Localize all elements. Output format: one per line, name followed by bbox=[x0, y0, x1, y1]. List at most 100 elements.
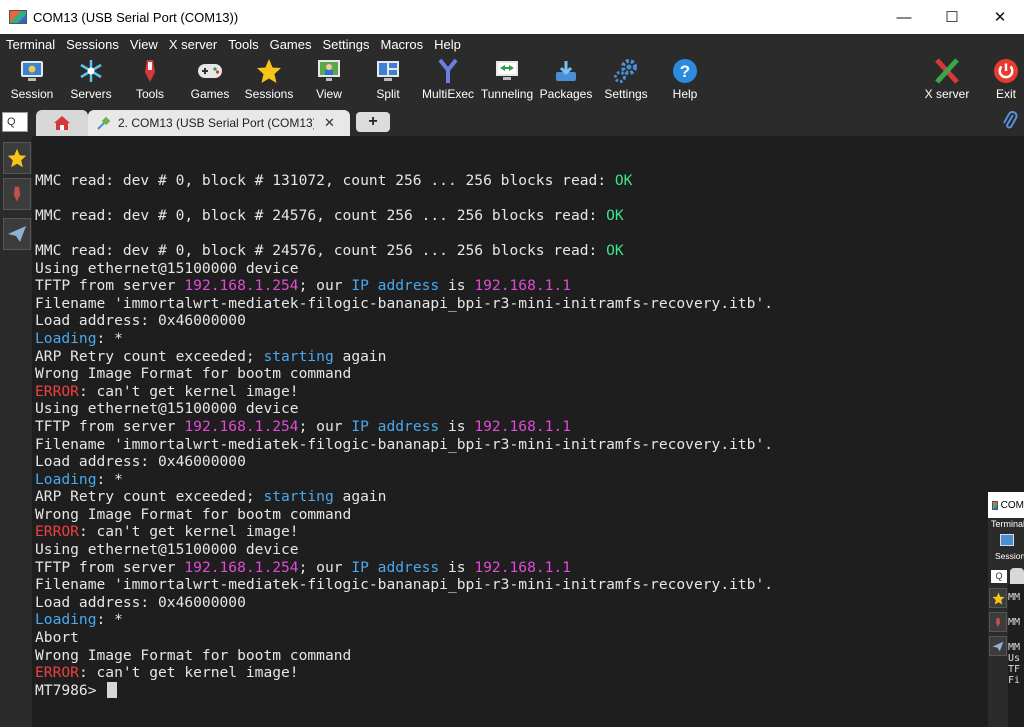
toolbar-exit-button[interactable]: Exit bbox=[977, 56, 1024, 104]
terminal-line: ERROR: can't get kernel image! bbox=[35, 664, 773, 682]
sidebar-tools-button[interactable] bbox=[3, 178, 31, 210]
background-window-tab bbox=[1010, 568, 1024, 584]
terminal-line: Filename 'immortalwrt-mediatek-filogic-b… bbox=[35, 436, 773, 454]
background-window-title: COM bbox=[1000, 499, 1024, 511]
terminal-text: TFTP from server bbox=[35, 277, 185, 295]
toolbar-label: Split bbox=[376, 87, 400, 101]
packages-icon bbox=[553, 58, 579, 84]
terminal-line: Abort bbox=[35, 629, 773, 647]
menu-view[interactable]: View bbox=[130, 37, 158, 52]
minimize-button[interactable]: — bbox=[880, 0, 928, 34]
terminal-prompt-line[interactable]: MT7986> bbox=[35, 681, 773, 700]
toolbar-label: Help bbox=[672, 87, 698, 101]
sidebar-macros-button[interactable] bbox=[3, 218, 31, 250]
toolbar-label: View bbox=[316, 87, 342, 101]
toolbar-label: Games bbox=[190, 87, 230, 101]
terminal-line: Wrong Image Format for bootm command bbox=[35, 647, 773, 665]
menu-tools[interactable]: Tools bbox=[228, 37, 258, 52]
terminal-text: MMC read: dev # 0, block # 131072, count… bbox=[35, 171, 615, 189]
menu-settings[interactable]: Settings bbox=[323, 37, 370, 52]
toolbar-split-button[interactable]: Split bbox=[359, 56, 417, 104]
toolbar-sessions-button[interactable]: Sessions bbox=[240, 56, 298, 104]
terminal-text: is bbox=[439, 558, 475, 576]
terminal-text: Wrong Image Format for bootm command bbox=[35, 365, 352, 383]
background-window-menu: Terminal bbox=[991, 519, 1024, 529]
terminal-highlight-ok: OK bbox=[606, 206, 624, 224]
toolbar-tools-button[interactable]: Tools bbox=[121, 56, 179, 104]
window-title: COM13 (USB Serial Port (COM13)) bbox=[33, 9, 239, 25]
terminal-text: Wrong Image Format for bootm command bbox=[35, 505, 352, 523]
star-icon bbox=[989, 588, 1007, 608]
menu-terminal[interactable]: Terminal bbox=[6, 37, 55, 52]
close-button[interactable]: ✕ bbox=[976, 0, 1024, 34]
toolbar-multiexec-button[interactable]: MultiExec bbox=[419, 56, 477, 104]
terminal-highlight-blue: starting bbox=[263, 488, 334, 506]
menu-x-server[interactable]: X server bbox=[169, 37, 217, 52]
quick-search-input[interactable]: Q bbox=[2, 112, 28, 132]
terminal-text: Load address: 0x46000000 bbox=[35, 593, 246, 611]
menu-sessions[interactable]: Sessions bbox=[66, 37, 119, 52]
terminal-text: Filename 'immortalwrt-mediatek-filogic-b… bbox=[35, 435, 774, 453]
toolbar-settings-button[interactable]: Settings bbox=[597, 56, 655, 104]
toolbar-label: Session bbox=[10, 87, 54, 101]
tab-close-icon[interactable]: ✕ bbox=[324, 115, 335, 131]
toolbar-label: Packages bbox=[539, 87, 593, 101]
session-icon bbox=[19, 58, 45, 84]
toolbar-packages-button[interactable]: Packages bbox=[537, 56, 595, 104]
terminal-line: MMC read: dev # 0, block # 24576, count … bbox=[35, 207, 773, 225]
terminal-cursor bbox=[107, 681, 118, 698]
background-window-search: Q bbox=[991, 570, 1007, 583]
toolbar-servers-button[interactable]: Servers bbox=[62, 56, 120, 104]
menu-games[interactable]: Games bbox=[270, 37, 312, 52]
toolbar-label: Tunneling bbox=[480, 87, 534, 101]
toolbar-view-button[interactable]: View bbox=[300, 56, 358, 104]
terminal-line: ERROR: can't get kernel image! bbox=[35, 523, 773, 541]
terminal-text: Abort bbox=[35, 629, 79, 647]
background-window[interactable]: COM Terminal Session Q MM MM MM Us TF Fi bbox=[988, 492, 1024, 727]
toolbar-help-button[interactable]: ? Help bbox=[656, 56, 714, 104]
serial-plug-icon bbox=[97, 116, 111, 130]
terminal-text: ; our bbox=[298, 277, 352, 295]
terminal-highlight-err: ERROR bbox=[35, 382, 79, 400]
terminal-text: : can't get kernel image! bbox=[78, 382, 299, 400]
terminal-highlight-ip: 192.168.1.1 bbox=[474, 277, 572, 295]
terminal-highlight-ip: 192.168.1.1 bbox=[474, 558, 572, 576]
terminal-text: : can't get kernel image! bbox=[78, 664, 299, 682]
home-icon bbox=[54, 116, 70, 130]
mobaxterm-logo-icon bbox=[9, 10, 27, 24]
toolbar-x-server-button[interactable]: X server bbox=[918, 56, 976, 104]
toolbar-label: Servers bbox=[70, 87, 112, 101]
toolbar-session-button[interactable]: Session bbox=[3, 56, 61, 104]
terminal-line: Loading: * bbox=[35, 471, 773, 489]
terminal-line: Load address: 0x46000000 bbox=[35, 453, 773, 471]
sidebar-sessions-button[interactable] bbox=[3, 142, 31, 174]
terminal-line: TFTP from server 192.168.1.254; our IP a… bbox=[35, 418, 773, 436]
star-icon bbox=[256, 58, 282, 84]
terminal-highlight-blue: IP address bbox=[351, 417, 440, 435]
new-tab-button[interactable]: + bbox=[356, 112, 390, 132]
maximize-button[interactable]: ☐ bbox=[928, 0, 976, 34]
terminal-text: TFTP from server bbox=[35, 417, 185, 435]
servers-icon bbox=[78, 58, 104, 84]
terminal-line: Loading: * bbox=[35, 330, 773, 348]
toolbar-games-button[interactable]: Games bbox=[181, 56, 239, 104]
tab-com13[interactable]: 2. COM13 (USB Serial Port (COM13)) ✕ bbox=[88, 110, 350, 136]
background-window-side-panel bbox=[988, 584, 1008, 727]
terminal-line: ARP Retry count exceeded; starting again bbox=[35, 488, 773, 506]
games-icon bbox=[197, 58, 223, 84]
terminal-text: Load address: 0x46000000 bbox=[35, 312, 246, 330]
terminal-highlight-err: ERROR bbox=[35, 523, 79, 541]
terminal-line: Filename 'immortalwrt-mediatek-filogic-b… bbox=[35, 295, 773, 313]
terminal-text: ARP Retry count exceeded; bbox=[35, 488, 264, 506]
terminal-line: MMC read: dev # 0, block # 131072, count… bbox=[35, 172, 773, 190]
toolbar-label: Tools bbox=[135, 87, 164, 101]
terminal-text: Using ethernet@15100000 device bbox=[35, 400, 299, 418]
menu-help[interactable]: Help bbox=[434, 37, 461, 52]
paperclip-icon[interactable] bbox=[1002, 110, 1018, 132]
terminal-highlight-ok: OK bbox=[606, 241, 624, 259]
terminal-view[interactable]: MMC read: dev # 0, block # 131072, count… bbox=[32, 136, 1024, 727]
menu-macros[interactable]: Macros bbox=[380, 37, 423, 52]
toolbar-tunneling-button[interactable]: Tunneling bbox=[478, 56, 536, 104]
background-window-terminal: MM MM MM Us TF Fi bbox=[1008, 584, 1024, 727]
tab-home[interactable] bbox=[36, 110, 88, 136]
